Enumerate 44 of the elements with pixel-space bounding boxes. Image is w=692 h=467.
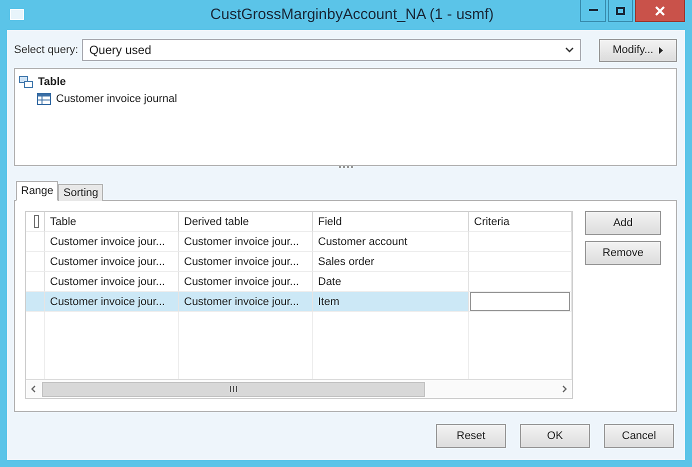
criteria-field[interactable] — [470, 292, 570, 311]
close-button[interactable] — [635, 0, 685, 22]
maximize-button[interactable] — [608, 0, 633, 22]
table-row[interactable]: Customer invoice jour... Customer invoice jour... Item — [26, 292, 572, 312]
chevron-icon — [565, 47, 574, 53]
dialog-button[interactable]: Reset — [436, 424, 506, 448]
dialog-button[interactable]: Cancel — [604, 424, 674, 448]
scrollbar-thumb[interactable] — [42, 382, 425, 396]
table-cell: Customer invoice jour... — [45, 252, 179, 272]
select-all-checkbox[interactable] — [34, 215, 39, 228]
tree-item[interactable]: Table — [38, 76, 66, 88]
tab[interactable]: Range — [16, 181, 58, 201]
app-icon — [10, 9, 24, 20]
column-header[interactable]: Field — [313, 212, 469, 232]
modify-button[interactable]: Modify... — [599, 38, 677, 62]
window-title: CustGrossMarginbyAccount_NA (1 - usmf) — [209, 6, 495, 23]
table-row[interactable]: Customer invoice jour... Customer invoice jour... Sales order — [26, 252, 572, 272]
column-header[interactable]: Table — [45, 212, 179, 232]
table-row[interactable]: Customer invoice jour... Customer invoice jour... Customer account — [26, 232, 572, 252]
query-icon — [19, 76, 33, 88]
table-cell: Customer invoice jour... — [179, 232, 313, 252]
table-cell: Customer invoice jour... — [45, 232, 179, 252]
table-cell: Customer invoice jour... — [45, 292, 179, 312]
maximize-icon — [616, 6, 625, 14]
table-icon — [37, 92, 51, 104]
query-dropdown[interactable]: Query used — [82, 39, 581, 61]
minimize-icon — [588, 9, 598, 12]
table-cell: Customer invoice jour... — [179, 252, 313, 272]
grid-action-button[interactable]: Remove — [585, 241, 661, 265]
table-cell: Sales order — [313, 252, 469, 272]
splitter-handle[interactable] — [338, 166, 352, 169]
table-cell: Item — [313, 292, 469, 312]
caret-icon — [659, 46, 664, 54]
grid-action-button[interactable]: Add — [585, 211, 661, 235]
query-label: Select query: — [14, 44, 78, 56]
close-icon — [655, 6, 665, 16]
column-header[interactable]: Criteria — [469, 212, 572, 232]
column-header[interactable]: Derived table — [179, 212, 313, 232]
tree-item[interactable]: Customer invoice journal — [56, 92, 178, 104]
minimize-button[interactable] — [580, 0, 606, 22]
table-cell: Customer invoice jour... — [179, 292, 313, 312]
table-cell: Customer account — [313, 232, 469, 252]
dialog-button[interactable]: OK — [520, 424, 590, 448]
tab[interactable]: Sorting — [58, 184, 104, 201]
